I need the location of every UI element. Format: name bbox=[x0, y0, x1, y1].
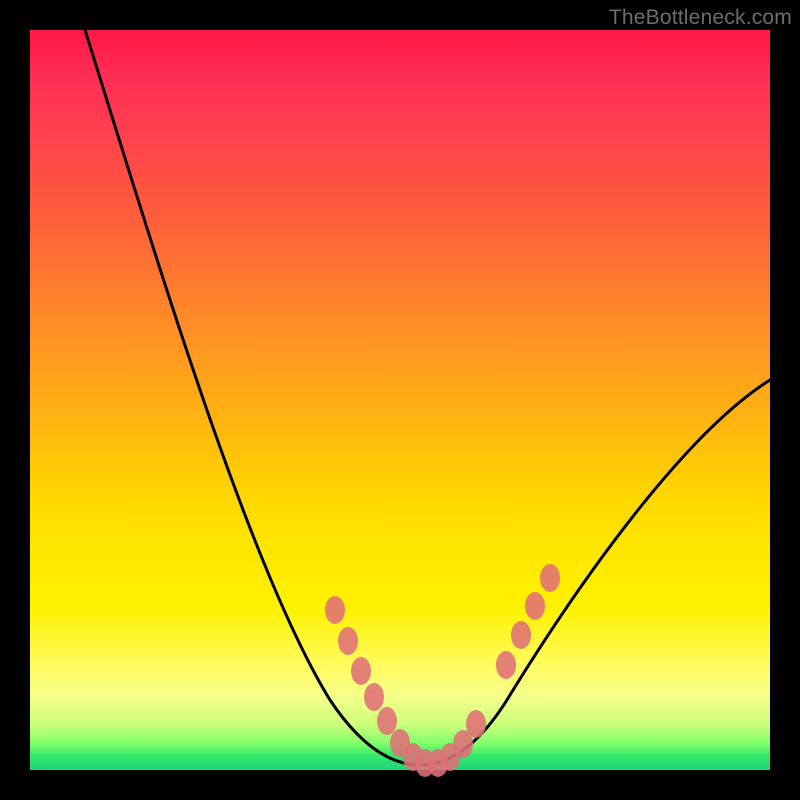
plot-area bbox=[30, 30, 770, 770]
curve-marker bbox=[511, 621, 531, 649]
curve-svg bbox=[30, 30, 770, 770]
curve-marker bbox=[466, 710, 486, 738]
bottleneck-curve bbox=[85, 30, 770, 765]
chart-frame: TheBottleneck.com bbox=[0, 0, 800, 800]
curve-marker bbox=[525, 592, 545, 620]
watermark-label: TheBottleneck.com bbox=[609, 6, 792, 30]
curve-marker bbox=[338, 627, 358, 655]
curve-marker bbox=[351, 657, 371, 685]
curve-marker bbox=[540, 564, 560, 592]
curve-marker bbox=[325, 596, 345, 624]
curve-marker bbox=[364, 683, 384, 711]
curve-marker bbox=[377, 707, 397, 735]
curve-marker bbox=[496, 651, 516, 679]
